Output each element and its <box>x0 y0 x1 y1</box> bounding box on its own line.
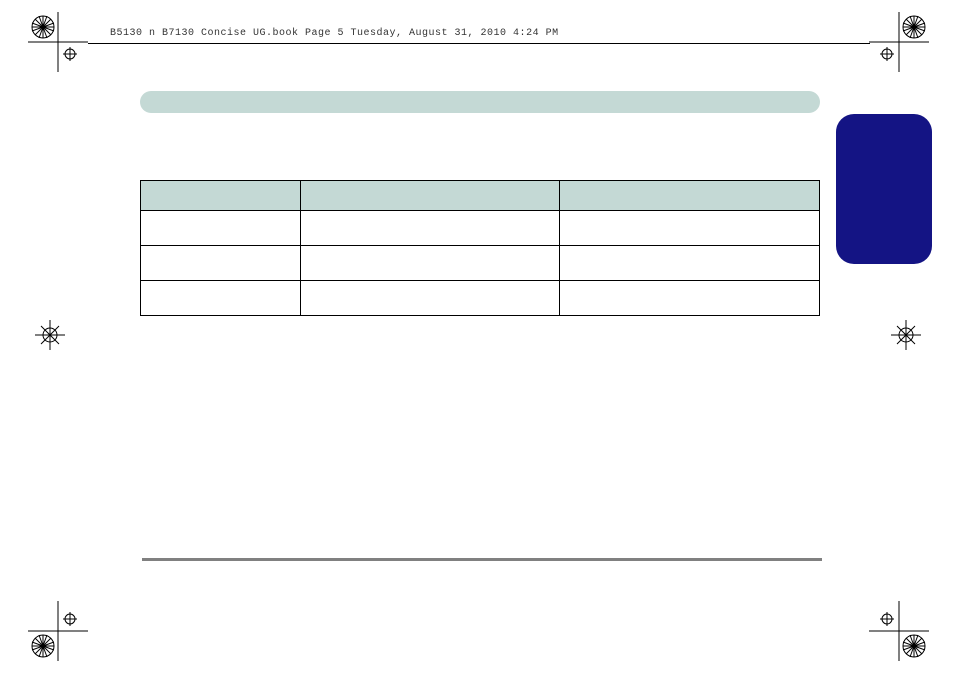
table-header-cell <box>300 181 560 211</box>
cropmark-top-left-icon <box>28 12 88 72</box>
table-cell <box>141 281 301 316</box>
cropmark-middle-right-icon <box>891 320 921 350</box>
cropmark-bottom-right-icon <box>869 601 929 661</box>
page-header-text: B5130 n B7130 Concise UG.book Page 5 Tue… <box>110 28 559 39</box>
header-rule <box>88 43 870 44</box>
section-title-bar <box>140 91 820 113</box>
table-cell <box>560 281 820 316</box>
table-header-cell <box>560 181 820 211</box>
footer-rule <box>142 558 822 561</box>
cropmark-bottom-left-icon <box>28 601 88 661</box>
table-cell <box>300 246 560 281</box>
table-cell <box>300 281 560 316</box>
cropmark-top-right-icon <box>869 12 929 72</box>
content-table <box>140 180 820 316</box>
table-cell <box>141 246 301 281</box>
table-cell <box>141 211 301 246</box>
thumb-tab <box>836 114 932 264</box>
cropmark-middle-left-icon <box>35 320 65 350</box>
table-cell <box>300 211 560 246</box>
table-cell <box>560 246 820 281</box>
table-cell <box>560 211 820 246</box>
table-header-cell <box>141 181 301 211</box>
